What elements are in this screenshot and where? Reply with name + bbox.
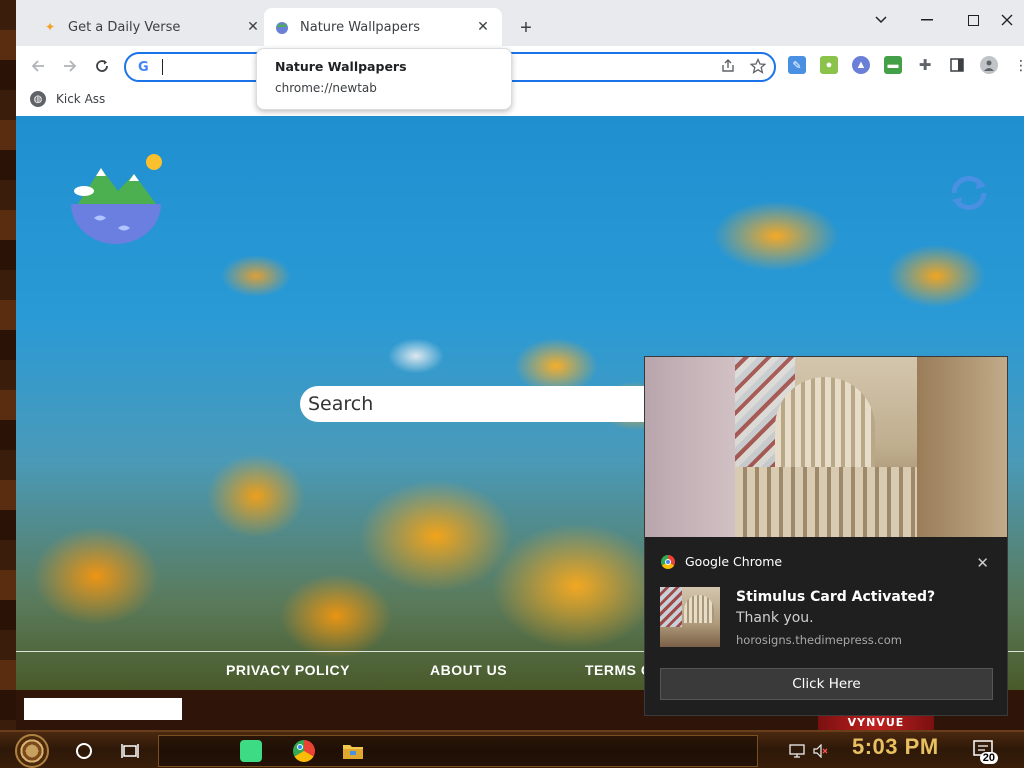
forward-button[interactable] <box>58 54 82 78</box>
minimize-button[interactable] <box>904 8 950 32</box>
tab-title: Nature Wallpapers <box>300 19 421 35</box>
terms-link[interactable]: TERMS O <box>585 662 652 678</box>
notification-hero-image <box>645 357 1007 537</box>
extension-notes-icon[interactable]: ✎ <box>788 56 806 74</box>
notification-body: Thank you. <box>736 610 814 626</box>
new-tab-button[interactable]: + <box>514 16 538 40</box>
globe-icon <box>274 19 290 35</box>
tab-search-button[interactable] <box>858 8 904 32</box>
taskbar-notes-app[interactable] <box>238 736 264 766</box>
notification-title: Stimulus Card Activated? <box>736 589 936 605</box>
profile-avatar-icon[interactable] <box>980 56 998 74</box>
notes-app-icon <box>240 740 262 762</box>
nature-wallpapers-logo <box>71 154 162 244</box>
back-button[interactable] <box>26 54 50 78</box>
tab-nature-wallpapers[interactable]: Nature Wallpapers ✕ <box>264 8 502 46</box>
close-tab-icon[interactable]: ✕ <box>244 18 262 36</box>
start-button[interactable] <box>10 734 54 768</box>
refresh-wallpaper-icon[interactable] <box>944 168 994 218</box>
tooltip-url: chrome://newtab <box>275 81 377 95</box>
tab-title: Get a Daily Verse <box>68 19 181 35</box>
privacy-policy-link[interactable]: PRIVACY POLICY <box>226 662 350 678</box>
share-icon[interactable] <box>720 58 736 77</box>
bookmark-kick-ass[interactable]: ◍ Kick Ass <box>30 91 105 107</box>
task-view-icon <box>121 744 139 758</box>
extension-bag-icon[interactable]: ● <box>820 56 838 74</box>
taskbar-file-explorer[interactable] <box>340 736 366 766</box>
text-caret <box>162 59 163 75</box>
tooltip-title: Nature Wallpapers <box>275 59 407 74</box>
notification-thumbnail <box>660 587 720 647</box>
notification-app-name: Google Chrome <box>685 554 783 569</box>
capitol-dome <box>775 377 875 467</box>
close-tab-icon[interactable]: ✕ <box>474 18 492 36</box>
notification-count: 20 <box>979 752 998 764</box>
search-button[interactable] <box>72 736 96 766</box>
close-window-button[interactable] <box>984 8 1024 32</box>
chrome-notification[interactable]: Google Chrome ✕ Stimulus Card Activated?… <box>644 356 1008 716</box>
bookmark-star-icon[interactable] <box>749 57 767 77</box>
capitol-base <box>735 467 917 537</box>
reload-button[interactable] <box>90 54 114 78</box>
network-icon[interactable] <box>788 736 806 766</box>
window-frame <box>16 0 1024 8</box>
bookmark-label: Kick Ass <box>56 92 106 106</box>
chrome-icon <box>293 740 315 762</box>
toolbar: G ✎ ● ▲ ▬ ✚ ⋮ <box>16 46 1024 86</box>
desktop-edge-left <box>0 0 16 730</box>
sparkle-icon: ✦ <box>44 20 56 34</box>
extension-green-icon[interactable]: ▬ <box>884 56 902 74</box>
capitol-image <box>735 357 917 537</box>
bookmarks-bar: ◍ Kick Ass <box>16 86 1024 116</box>
volume-muted-icon[interactable] <box>812 736 830 766</box>
task-view-button[interactable] <box>118 736 142 766</box>
menu-kebab-icon[interactable]: ⋮ <box>1012 56 1024 74</box>
notification-header: Google Chrome <box>661 554 782 569</box>
taskbar-chrome-app[interactable] <box>290 736 318 766</box>
close-notification-icon[interactable]: ✕ <box>976 554 989 572</box>
desktop-white-panel <box>24 698 182 720</box>
notification-site: horosigns.thedimepress.com <box>736 633 902 647</box>
action-center-button[interactable]: 20 <box>972 738 998 764</box>
google-icon: G <box>138 60 149 75</box>
globe-icon: ◍ <box>30 91 46 107</box>
search-input[interactable]: Search <box>300 386 660 422</box>
puzzle-icon[interactable]: ✚ <box>916 56 934 74</box>
folder-icon <box>343 745 363 759</box>
chrome-icon <box>661 554 675 569</box>
tab-hover-tooltip: Nature Wallpapers chrome://newtab <box>256 48 512 110</box>
desktop-banner: VYNVUE <box>818 714 934 730</box>
taskbar-clock[interactable]: 5:03 PM <box>852 734 939 760</box>
click-here-button[interactable]: Click Here <box>660 668 993 700</box>
search-icon <box>76 743 92 759</box>
taskbar: 5:03 PM 20 <box>0 730 1024 768</box>
start-gear-icon <box>15 734 49 768</box>
tab-daily-verse[interactable]: ✦ Get a Daily Verse ✕ <box>32 8 272 46</box>
side-panel-icon[interactable] <box>948 56 966 74</box>
about-us-link[interactable]: ABOUT US <box>430 662 507 678</box>
extension-nature-icon[interactable]: ▲ <box>852 56 870 74</box>
